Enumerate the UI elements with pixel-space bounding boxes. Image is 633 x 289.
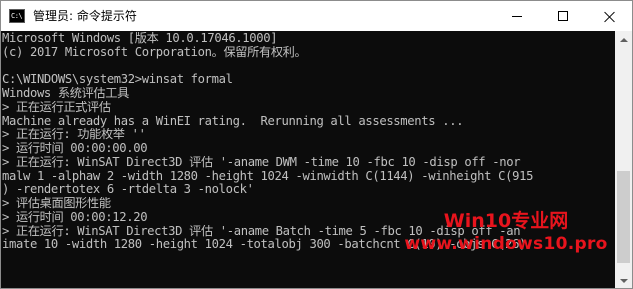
maximize-button[interactable] [540,1,586,31]
minimize-button[interactable] [494,1,540,31]
cmd-icon[interactable]: C:\ [9,9,25,23]
console-line: > 正在运行正式评估 [2,100,111,114]
arrow-up-icon [619,37,628,42]
arrow-down-icon [619,278,628,283]
close-icon [604,11,615,22]
console-line: > 正在运行: WinSAT Direct3D 评估 '-aname Batch… [2,224,521,238]
maximize-icon [558,11,568,21]
minimize-icon [512,15,522,17]
vertical-scrollbar[interactable] [615,31,632,288]
title-bar[interactable]: C:\ 管理员: 命令提示符 [1,1,632,31]
scroll-thumb[interactable] [617,171,630,263]
console-line: Windows 系统评估工具 [2,87,129,100]
scroll-down-button[interactable] [615,272,632,288]
window-title: 管理员: 命令提示符 [33,9,137,23]
console-line: Machine already has a WinEI rating. Reru… [2,114,464,128]
console-line: > 正在运行: 功能枚举 '' [2,128,146,142]
cmd-window: C:\ 管理员: 命令提示符 Microsoft Windows [版本 10.… [0,0,633,289]
console-line: malw 1 -alphaw 2 -width 1280 -height 102… [2,169,534,183]
console-output[interactable]: Microsoft Windows [版本 10.0.17046.1000] (… [1,31,615,288]
close-button[interactable] [586,1,632,31]
console-line: > 运行时间 00:00:12.20 [2,210,148,224]
console-line: > 正在运行: WinSAT Direct3D 评估 '-aname DWM -… [2,155,521,169]
console-line: ) -rendertotex 6 -rtdelta 3 -nolock' [2,183,254,197]
console-line: C:\WINDOWS\system32>winsat formal [2,73,233,87]
console-line: imate 10 -width 1280 -height 1024 -total… [2,238,527,252]
scroll-up-button[interactable] [615,31,632,48]
console-line: > 运行时间 00:00:00.00 [2,142,148,155]
cmd-icon-text: C:\ [11,12,23,20]
console-line: > 评估桌面图形性能 [2,197,111,210]
console-line: (c) 2017 Microsoft Corporation。保留所有权利。 [2,45,307,59]
console-line: Microsoft Windows [版本 10.0.17046.1000] [2,32,278,45]
